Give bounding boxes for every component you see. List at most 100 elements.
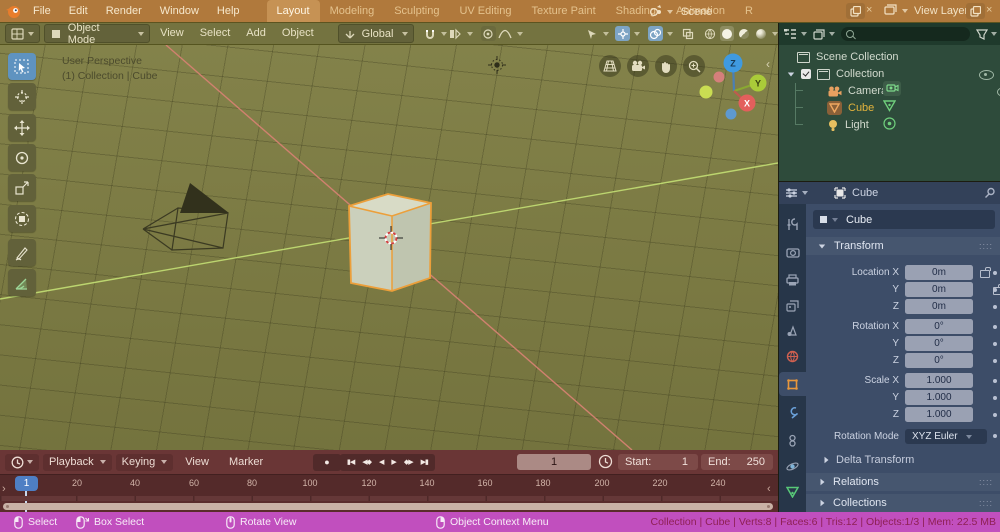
camera-view-icon[interactable] [627, 55, 649, 77]
timeline-ruler[interactable]: 20 40 60 80 100 120 140 160 180 200 220 … [0, 475, 778, 512]
scene-selector[interactable]: Scene [648, 3, 712, 20]
prev-keyframe-button[interactable]: ◀◆ [358, 454, 375, 471]
outliner-filter-button[interactable] [976, 28, 997, 40]
menu-object[interactable]: Object [274, 23, 322, 44]
viewport-canvas[interactable]: User Perspective (1) Collection | Cube ‹ [0, 45, 778, 450]
collection-checkbox[interactable] [801, 69, 811, 79]
view-layer-new-button[interactable] [966, 3, 985, 19]
shading-material-icon[interactable] [736, 26, 751, 41]
play-button[interactable]: ▶ [387, 454, 399, 471]
falloff-curve-icon[interactable] [498, 26, 513, 41]
xray-toggle-icon[interactable] [681, 26, 696, 41]
jump-to-start-button[interactable]: ▮◀ [343, 454, 358, 471]
panel-relations[interactable]: Relations [806, 473, 1000, 491]
proportional-editing-icon[interactable] [481, 26, 496, 41]
outliner-editor-type-button[interactable] [783, 28, 807, 40]
keying-menu[interactable]: Keying [115, 453, 174, 471]
menu-help[interactable]: Help [208, 0, 249, 22]
panel-grip-icon[interactable] [979, 476, 993, 488]
animate-dot-icon[interactable] [993, 434, 997, 438]
animate-dot-icon[interactable] [993, 305, 997, 309]
play-reverse-button[interactable]: ◀ [375, 454, 387, 471]
playhead[interactable]: 1 [15, 476, 38, 491]
shading-solid-icon[interactable] [719, 26, 735, 41]
next-keyframe-button[interactable]: ◆▶ [400, 454, 417, 471]
end-frame-field[interactable]: End: 250 [701, 454, 773, 470]
tool-scale[interactable] [8, 174, 36, 201]
animate-dot-icon[interactable] [993, 379, 997, 383]
workspace-tab-texture-paint[interactable]: Texture Paint [521, 0, 605, 22]
panel-grip-icon[interactable] [979, 497, 993, 509]
marker-menu[interactable]: Marker [219, 456, 273, 468]
tool-cursor[interactable] [8, 83, 36, 110]
tool-rotate[interactable] [8, 144, 36, 171]
navigation-gizmo[interactable]: Z Y X [692, 45, 776, 125]
snap-settings-icon[interactable] [448, 26, 463, 41]
rotation-z-field[interactable]: 0° [905, 353, 973, 368]
workspace-tab-modeling[interactable]: Modeling [320, 0, 385, 22]
jump-to-end-button[interactable]: ▶▮ [417, 454, 432, 471]
current-frame-field[interactable]: 1 [517, 454, 591, 470]
pin-icon[interactable] [984, 187, 996, 199]
workspace-tab-uv-editing[interactable]: UV Editing [449, 0, 521, 22]
pan-hand-icon[interactable] [655, 55, 677, 77]
rotation-y-field[interactable]: 0° [905, 336, 973, 351]
location-x-field[interactable]: 0m [905, 265, 973, 280]
tool-select-box[interactable] [8, 53, 36, 80]
location-z-field[interactable]: 0m [905, 299, 973, 314]
tab-object-data[interactable] [779, 480, 806, 504]
animate-dot-icon[interactable] [993, 271, 997, 275]
camera-data-icon[interactable] [883, 81, 901, 96]
shading-rendered-icon[interactable] [753, 26, 768, 41]
view-layer-name[interactable]: View Layer [914, 5, 968, 17]
record-button[interactable]: ● [313, 453, 341, 471]
start-frame-field[interactable]: Start: 1 [618, 454, 698, 470]
animate-dot-icon[interactable] [993, 342, 997, 346]
transform-orientation-selector[interactable]: Global [337, 24, 415, 43]
scale-x-field[interactable]: 1.000 [905, 373, 973, 388]
animate-dot-icon[interactable] [993, 396, 997, 400]
timeline-sidebar-toggle-icon[interactable]: ‹ [767, 483, 771, 495]
workspace-tab-rendering[interactable]: R [735, 0, 763, 22]
outliner-row-scene-collection[interactable]: Scene Collection [797, 49, 899, 65]
panel-collections[interactable]: Collections [806, 494, 1000, 512]
snap-magnet-icon[interactable] [422, 26, 437, 41]
outliner-search-input[interactable] [841, 27, 970, 41]
location-y-field[interactable]: 0m [905, 282, 973, 297]
menu-add[interactable]: Add [238, 23, 274, 44]
view-menu[interactable]: View [175, 456, 219, 468]
editor-type-button[interactable] [5, 24, 40, 43]
panel-grip-icon[interactable] [979, 240, 993, 252]
animate-dot-icon[interactable] [993, 288, 997, 292]
view-layer-remove-button[interactable]: × [986, 4, 992, 16]
scale-y-field[interactable]: 1.000 [905, 390, 973, 405]
disclosure-icon[interactable] [787, 72, 795, 76]
workspace-tab-layout[interactable]: Layout [266, 0, 320, 22]
mode-selector[interactable]: Object Mode [44, 23, 151, 46]
viewport-3d[interactable]: Object Mode View Select Add Object Globa… [0, 23, 778, 450]
animate-dot-icon[interactable] [993, 325, 997, 329]
selectability-visibility-icon[interactable] [585, 26, 600, 41]
scene-unlink-button[interactable]: × [866, 4, 872, 16]
tool-measure[interactable] [8, 269, 36, 296]
tab-physics[interactable] [779, 454, 806, 478]
rotation-x-field[interactable]: 0° [905, 319, 973, 334]
view-layer-selector[interactable]: View Layer [884, 3, 968, 19]
properties-editor-type-button[interactable] [784, 187, 808, 199]
workspace-tab-sculpting[interactable]: Sculpting [384, 0, 449, 22]
mesh-data-icon[interactable] [882, 100, 897, 115]
auto-keyframe-clock-icon[interactable] [598, 454, 613, 472]
tab-render[interactable] [779, 240, 806, 264]
outliner-row-cube[interactable]: Cube [827, 100, 897, 116]
perspective-toggle-icon[interactable] [599, 55, 621, 77]
panel-transform[interactable]: Transform [806, 237, 1000, 255]
scene-name[interactable]: Scene [681, 6, 712, 18]
eye-icon[interactable] [979, 70, 994, 80]
outliner-row-collection[interactable]: Collection [787, 66, 884, 82]
tool-annotate[interactable] [8, 239, 36, 266]
shading-wireframe-icon[interactable] [703, 26, 718, 41]
light-data-icon[interactable] [883, 117, 896, 133]
menu-view[interactable]: View [152, 23, 192, 44]
tool-move[interactable] [8, 114, 36, 141]
ruler-arrow-left-icon[interactable]: › [2, 483, 6, 495]
